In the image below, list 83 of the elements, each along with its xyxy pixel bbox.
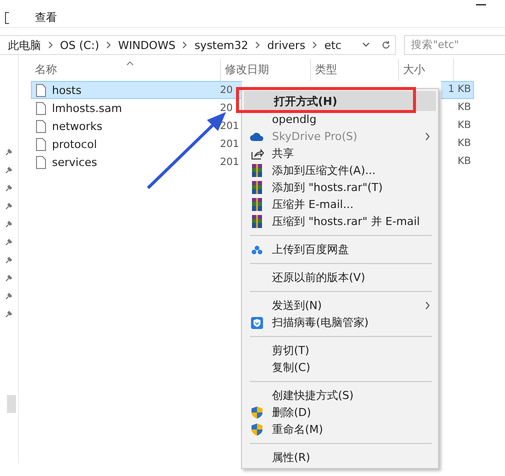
file-row[interactable]: services 201 [31, 153, 242, 171]
ribbon-tab[interactable]: 查看 [31, 8, 61, 27]
pin-icon[interactable] [5, 220, 13, 228]
file-date: 20 [219, 84, 234, 96]
share-icon [250, 148, 264, 160]
refresh-icon[interactable] [381, 40, 391, 50]
chevron-down-icon[interactable] [362, 42, 370, 48]
breadcrumb[interactable]: drivers [267, 38, 306, 52]
file-size: KB [456, 119, 472, 133]
file-icon [36, 138, 46, 150]
file-name: networks [52, 120, 102, 132]
file-date: 201 [219, 156, 240, 168]
scrollbar-thumb[interactable] [7, 395, 16, 413]
archive-books-icon [251, 215, 263, 228]
guard-shield-icon [251, 316, 263, 328]
menu-item[interactable]: 复制(C) [242, 359, 438, 376]
pin-icon[interactable] [5, 292, 13, 300]
column-header[interactable]: 类型 [311, 59, 399, 81]
file-name: hosts [52, 84, 82, 96]
menu-item[interactable]: opendlg [242, 111, 438, 128]
menu-item[interactable]: 添加到 "hosts.rar"(T) [242, 179, 438, 196]
chevron-right-icon [312, 41, 318, 49]
pin-icon[interactable] [5, 310, 13, 318]
file-date: 20 [219, 102, 234, 114]
archive-books-icon [251, 181, 263, 194]
file-size: 1 KB [441, 81, 474, 99]
pin-icon[interactable] [5, 184, 13, 192]
pin-icon[interactable] [5, 256, 13, 264]
ribbon-tab-edge [5, 12, 9, 24]
file-size: KB [456, 101, 472, 115]
file-date: 201 [219, 138, 240, 150]
file-row[interactable]: networks 201 [31, 117, 242, 135]
menu-item[interactable]: 发送到(N) [242, 297, 438, 314]
chevron-right-icon [48, 41, 53, 49]
file-name: services [52, 156, 98, 168]
menu-item[interactable]: 创建快捷方式(S) [242, 387, 438, 404]
file-icon [36, 84, 46, 96]
file-row[interactable]: hosts 20 [31, 81, 242, 99]
cloud-icon [251, 244, 263, 254]
archive-books-icon [251, 164, 263, 177]
file-size: KB [456, 137, 472, 151]
chevron-right-icon [106, 41, 112, 49]
search-field[interactable]: 搜索"etc" [404, 35, 505, 55]
file-size: KB [456, 155, 472, 169]
file-name: protocol [52, 138, 97, 150]
file-icon [36, 102, 46, 114]
breadcrumb[interactable]: system32 [194, 38, 248, 52]
menu-item[interactable]: 压缩到 "hosts.rar" 并 E-mail [242, 213, 438, 230]
file-icon [36, 120, 46, 132]
file-row[interactable]: protocol 201 [31, 135, 242, 153]
file-icon [36, 156, 46, 168]
file-row[interactable]: lmhosts.sam 20 [31, 99, 242, 117]
pin-icon[interactable] [5, 148, 13, 156]
menu-item[interactable]: 剪切(T) [242, 342, 438, 359]
address-bar[interactable]: 此电脑 OS (C:) WINDOWS system32 drivers etc [0, 35, 396, 55]
menu-item[interactable]: 还原以前的版本(V) [242, 269, 438, 286]
menu-item[interactable]: 打开方式(H) [244, 91, 436, 111]
pin-icon[interactable] [5, 202, 13, 210]
uac-shield-icon [251, 423, 263, 436]
menu-item[interactable]: 删除(D) [242, 404, 438, 421]
menu-item[interactable]: 重命名(M) [242, 421, 438, 438]
file-name: lmhosts.sam [52, 102, 122, 114]
menu-item[interactable]: 添加到压缩文件(A)... [242, 162, 438, 179]
breadcrumb[interactable]: OS (C:) [60, 38, 100, 52]
menu-item[interactable]: 共享 [242, 145, 438, 162]
pin-icon[interactable] [5, 238, 13, 246]
minimize-icon[interactable] [476, 4, 486, 7]
pin-icon[interactable] [5, 166, 13, 174]
menu-item[interactable]: 属性(R) [242, 449, 438, 466]
menu-item[interactable]: 上传到百度网盘 [242, 241, 438, 258]
breadcrumb[interactable]: 此电脑 [8, 38, 41, 52]
archive-books-icon [251, 198, 263, 211]
chevron-right-icon [255, 41, 260, 49]
file-date: 201 [219, 120, 240, 132]
uac-shield-icon [251, 406, 263, 419]
menu-item[interactable]: 压缩并 E-mail... [242, 196, 438, 213]
breadcrumb[interactable]: etc [324, 38, 342, 52]
cloud-icon [250, 132, 264, 141]
sort-caret-icon [126, 61, 134, 66]
pin-icon[interactable] [5, 274, 13, 282]
chevron-right-icon [182, 41, 188, 49]
breadcrumb[interactable]: WINDOWS [118, 38, 176, 52]
menu-item[interactable]: 扫描病毒(电脑管家) [242, 314, 438, 331]
